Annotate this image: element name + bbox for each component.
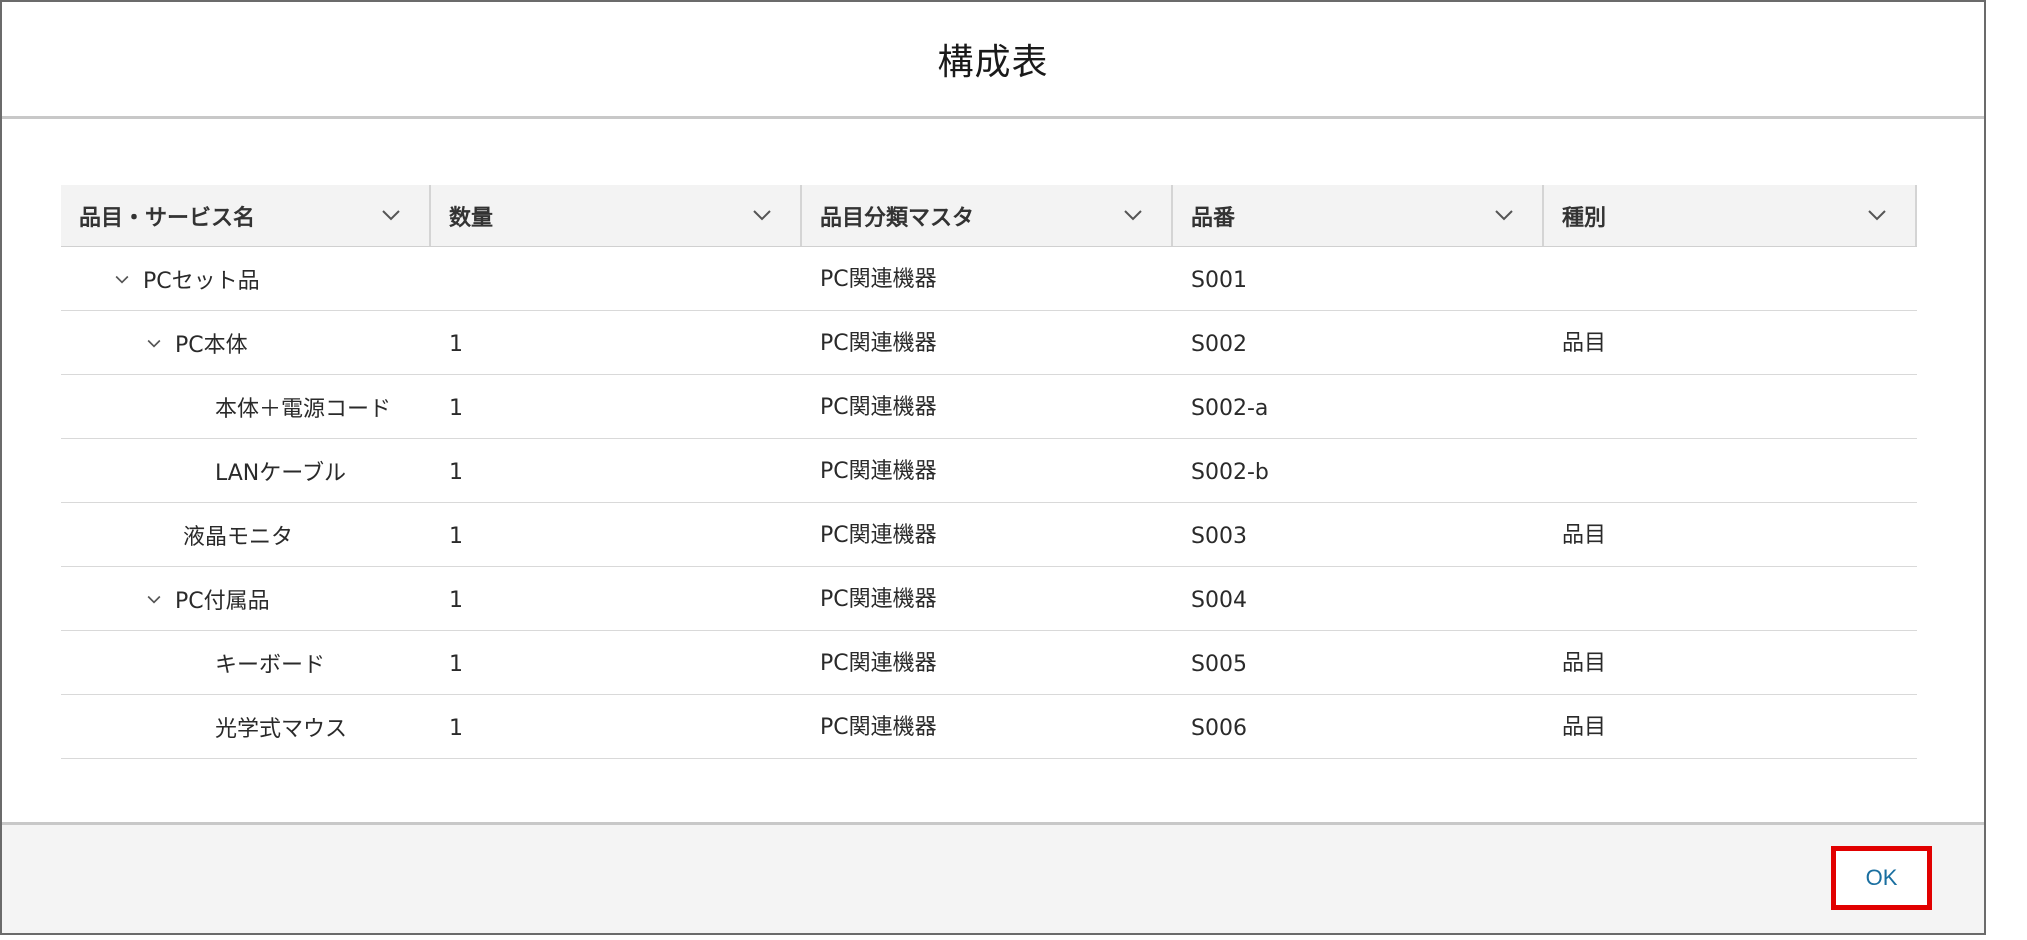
- chevron-down-icon: [147, 595, 161, 604]
- type-cell: 品目: [1562, 650, 1607, 676]
- category-cell: PC関連機器: [820, 330, 937, 356]
- column-header-item-name[interactable]: 品目・サービス名: [61, 185, 431, 246]
- type-cell: [1544, 375, 1917, 438]
- quantity-cell: 1: [449, 524, 463, 549]
- part-number-cell: S004: [1191, 588, 1247, 613]
- part-number-cell: S002: [1191, 332, 1247, 357]
- chevron-down-icon: [147, 339, 161, 348]
- item-name-cell: PC本体: [61, 311, 431, 374]
- chevron-down-icon[interactable]: [1492, 203, 1516, 227]
- table-row[interactable]: キーボード 1 PC関連機器 S005 品目: [61, 631, 1917, 695]
- type-cell: 品目: [1562, 714, 1607, 740]
- table-row[interactable]: 本体＋電源コード 1 PC関連機器 S002-a: [61, 375, 1917, 439]
- category-cell: PC関連機器: [820, 586, 937, 612]
- part-number-cell: S006: [1191, 716, 1247, 741]
- part-number-cell: S002-b: [1191, 460, 1269, 485]
- item-name-cell: PC付属品: [61, 567, 431, 630]
- chevron-down-icon[interactable]: [1121, 203, 1145, 227]
- item-name: 液晶モニタ: [183, 524, 294, 550]
- quantity-cell: 1: [449, 396, 463, 421]
- type-cell: 品目: [1562, 330, 1607, 356]
- column-header-label: 品目分類マスタ: [820, 205, 975, 231]
- item-name: PC本体: [175, 332, 248, 358]
- bom-table: 品目・サービス名 数量 品目分類マスタ 品番 種別 PCセット品 PC関連機器 …: [61, 185, 1917, 759]
- dialog-title: 構成表: [937, 42, 1049, 83]
- table-row[interactable]: PC本体 1 PC関連機器 S002 品目: [61, 311, 1917, 375]
- bom-dialog: 構成表 品目・サービス名 数量 品目分類マスタ 品番 種別 PCセット品 PC関…: [0, 0, 1986, 935]
- item-name-cell: PCセット品: [61, 247, 431, 310]
- item-name-cell: 液晶モニタ: [61, 503, 431, 566]
- item-name: 本体＋電源コード: [215, 396, 392, 422]
- item-name-cell: 光学式マウス: [61, 695, 431, 758]
- category-cell: PC関連機器: [820, 522, 937, 548]
- column-header-label: 数量: [449, 205, 494, 231]
- category-cell: PC関連機器: [820, 394, 937, 420]
- item-name-cell: キーボード: [61, 631, 431, 694]
- dialog-header: 構成表: [2, 2, 1984, 119]
- item-name-cell: 本体＋電源コード: [61, 375, 431, 438]
- part-number-cell: S005: [1191, 652, 1247, 677]
- expand-toggle[interactable]: [141, 586, 167, 612]
- category-cell: PC関連機器: [820, 458, 937, 484]
- item-name: キーボード: [215, 652, 326, 678]
- category-cell: PC関連機器: [820, 650, 937, 676]
- type-cell: [1544, 247, 1917, 310]
- chevron-down-icon[interactable]: [1865, 203, 1889, 227]
- chevron-down-icon[interactable]: [750, 203, 774, 227]
- table-row[interactable]: 光学式マウス 1 PC関連機器 S006 品目: [61, 695, 1917, 759]
- quantity-cell: 1: [449, 716, 463, 741]
- column-header-label: 種別: [1562, 205, 1607, 231]
- dialog-footer: OK: [2, 822, 1984, 933]
- quantity-cell: 1: [449, 652, 463, 677]
- quantity-cell: 1: [449, 332, 463, 357]
- type-cell: [1544, 567, 1917, 630]
- item-name: PC付属品: [175, 588, 270, 614]
- column-header-label: 品番: [1191, 205, 1236, 231]
- type-cell: [1544, 439, 1917, 502]
- part-number-cell: S002-a: [1191, 396, 1269, 421]
- part-number-cell: S001: [1191, 268, 1247, 293]
- table-row[interactable]: LANケーブル 1 PC関連機器 S002-b: [61, 439, 1917, 503]
- column-header-category[interactable]: 品目分類マスタ: [802, 185, 1173, 246]
- quantity-cell: [431, 247, 802, 310]
- quantity-cell: 1: [449, 588, 463, 613]
- table-row[interactable]: 液晶モニタ 1 PC関連機器 S003 品目: [61, 503, 1917, 567]
- part-number-cell: S003: [1191, 524, 1247, 549]
- ok-button[interactable]: OK: [1831, 846, 1932, 910]
- expand-toggle[interactable]: [141, 330, 167, 356]
- table-row[interactable]: PCセット品 PC関連機器 S001: [61, 247, 1917, 311]
- item-name: PCセット品: [143, 268, 260, 294]
- category-cell: PC関連機器: [820, 714, 937, 740]
- type-cell: 品目: [1562, 522, 1607, 548]
- item-name: LANケーブル: [215, 460, 346, 486]
- column-header-type[interactable]: 種別: [1544, 185, 1917, 246]
- table-header-row: 品目・サービス名 数量 品目分類マスタ 品番 種別: [61, 185, 1917, 247]
- column-header-part-number[interactable]: 品番: [1173, 185, 1544, 246]
- category-cell: PC関連機器: [820, 266, 937, 292]
- chevron-down-icon[interactable]: [379, 203, 403, 227]
- item-name-cell: LANケーブル: [61, 439, 431, 502]
- item-name: 光学式マウス: [215, 716, 348, 742]
- quantity-cell: 1: [449, 460, 463, 485]
- table-row[interactable]: PC付属品 1 PC関連機器 S004: [61, 567, 1917, 631]
- page-background: [1986, 0, 2027, 940]
- expand-toggle[interactable]: [109, 266, 135, 292]
- column-header-label: 品目・サービス名: [79, 205, 256, 231]
- column-header-quantity[interactable]: 数量: [431, 185, 802, 246]
- chevron-down-icon: [115, 275, 129, 284]
